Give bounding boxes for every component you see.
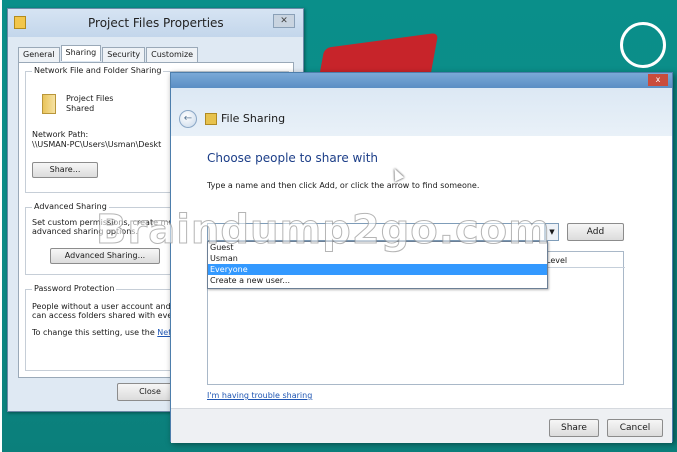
close-icon[interactable]: x <box>648 74 668 86</box>
trouble-sharing-link[interactable]: I'm having trouble sharing <box>207 391 312 400</box>
folder-name: Project Files <box>66 94 114 103</box>
dropdown-item-create-new-user[interactable]: Create a new user... <box>208 275 547 286</box>
tab-security[interactable]: Security <box>102 47 146 63</box>
folder-icon <box>14 16 26 29</box>
file-sharing-titlebar[interactable]: x <box>171 73 672 88</box>
close-icon[interactable]: ✕ <box>273 14 295 28</box>
back-icon[interactable]: ← <box>179 110 197 128</box>
cancel-button[interactable]: Cancel <box>607 419 663 437</box>
page-title: Choose people to share with <box>207 151 379 165</box>
file-sharing-title: File Sharing <box>221 112 286 125</box>
network-sharing-group-label: Network File and Folder Sharing <box>32 66 164 75</box>
password-text-1: People without a user account and <box>32 302 171 311</box>
properties-tabs: General Sharing Security Customize <box>18 45 199 63</box>
properties-title: Project Files Properties <box>88 16 224 30</box>
network-path-value: \\USMAN-PC\Users\Usman\Deskt <box>32 140 162 149</box>
tab-customize[interactable]: Customize <box>146 47 199 63</box>
wallpaper-ring <box>620 22 666 68</box>
password-text-3-label: To change this setting, use the <box>32 328 155 337</box>
tab-sharing[interactable]: Sharing <box>60 45 102 61</box>
password-text-3: To change this setting, use the Net <box>32 328 171 337</box>
folder-icon <box>42 94 56 114</box>
folder-status: Shared <box>66 104 95 113</box>
add-button[interactable]: Add <box>567 223 624 241</box>
dialog-footer: Share Cancel <box>171 408 672 443</box>
tab-general[interactable]: General <box>18 47 60 63</box>
share-folder-button[interactable]: Share... <box>32 162 98 178</box>
file-sharing-header: ← File Sharing <box>171 88 672 136</box>
password-text-2: can access folders shared with eve <box>32 311 173 320</box>
dropdown-item-everyone[interactable]: Everyone <box>208 264 547 275</box>
instructions-text: Type a name and then click Add, or click… <box>207 181 480 190</box>
share-button[interactable]: Share <box>549 419 599 437</box>
level-column-header[interactable]: Level <box>541 252 625 268</box>
properties-titlebar[interactable]: Project Files Properties ✕ <box>8 9 303 37</box>
sharing-icon <box>205 113 217 125</box>
dropdown-item-usman[interactable]: Usman <box>208 253 547 264</box>
password-protection-group-label: Password Protection <box>32 284 117 293</box>
watermark-text: Braindump2go.com <box>96 207 551 254</box>
network-path-label: Network Path: <box>32 130 89 139</box>
file-sharing-dialog: x ← File Sharing Choose people to share … <box>170 72 673 443</box>
mouse-cursor-icon <box>389 166 405 182</box>
